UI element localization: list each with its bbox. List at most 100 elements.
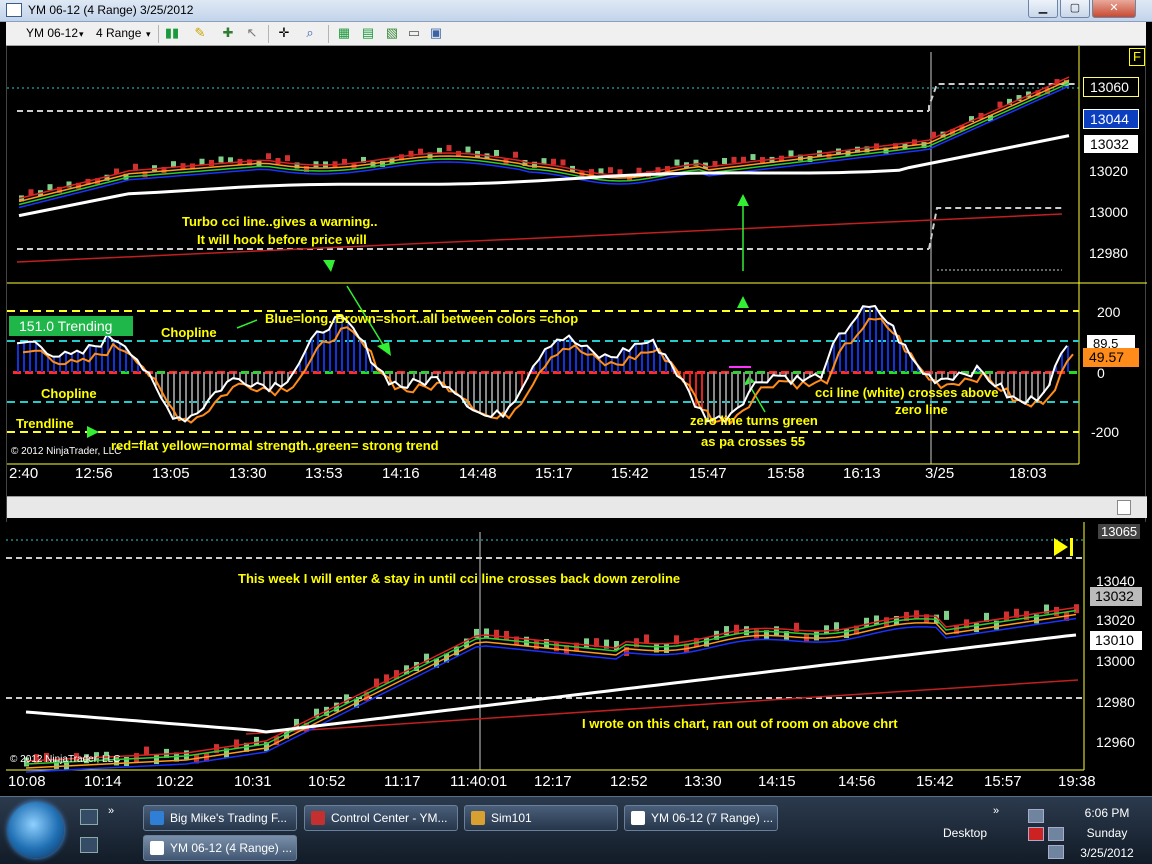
minimize-button[interactable]: ▁ — [1028, 0, 1058, 18]
time-axis-label: 3/25 — [925, 465, 955, 482]
histogram-bar — [197, 372, 199, 414]
horizontal-scrollbar[interactable] — [7, 496, 1147, 518]
histogram-bar — [719, 372, 721, 417]
histogram-bar — [641, 343, 643, 372]
histogram-bar — [101, 346, 103, 372]
pencil-icon[interactable]: ✎ — [192, 25, 208, 41]
histogram-bar — [479, 372, 481, 413]
sim-account-icon — [471, 811, 485, 825]
blue-price-flag: 13044 — [1083, 109, 1139, 129]
zoom-icon[interactable]: ⌕ — [302, 25, 318, 41]
play-marker-icon[interactable] — [1054, 538, 1068, 556]
maximize-button[interactable]: ▢ — [1060, 0, 1090, 18]
task-chart-7-range[interactable]: YM 06-12 (7 Range) ... — [624, 805, 778, 831]
bottom-chart-window: 13065 13040 13020 13000 12980 12960 1303… — [6, 522, 1146, 796]
window-title-bar[interactable]: YM 06-12 (4 Range) 3/25/2012 ▁ ▢ ✕ — [0, 0, 1152, 22]
top-chart-canvas[interactable] — [7, 46, 1147, 496]
price-axis-tick: 12960 — [1096, 734, 1135, 750]
arrow-head — [737, 194, 749, 206]
time-axis-label: 19:38 — [1058, 773, 1096, 790]
arrow-head — [323, 260, 335, 272]
volume-icon[interactable] — [1048, 845, 1064, 859]
histogram-bar — [647, 342, 649, 372]
time-axis-label: 13:53 — [305, 465, 343, 482]
histogram-bar — [17, 343, 19, 372]
annotation-chopline-1: Chopline — [161, 325, 217, 340]
chevron-down-icon[interactable]: ▾ — [146, 29, 151, 40]
histogram-bar — [899, 342, 901, 372]
histogram-bar — [755, 372, 757, 383]
chevron-down-icon[interactable]: ▾ — [79, 29, 84, 40]
data-box-icon[interactable]: ▭ — [406, 25, 422, 41]
task-control-center[interactable]: Control Center - YM... — [304, 805, 458, 831]
scroll-thumb[interactable] — [1117, 500, 1131, 515]
histogram-bar — [551, 346, 553, 372]
histogram-bar — [191, 372, 193, 416]
histogram-bar — [857, 316, 859, 372]
instrument-selector[interactable]: YM 06-12 — [26, 26, 78, 40]
annotation-red-flat: red=flat yellow=normal strength..green= … — [111, 438, 439, 453]
window-title: YM 06-12 (4 Range) 3/25/2012 — [28, 3, 194, 17]
system-clock[interactable]: 6:06 PM Sunday 3/25/2012 — [1064, 803, 1150, 863]
strategies-icon[interactable]: ▤ — [360, 25, 376, 41]
task-chart-4-range[interactable]: YM 06-12 (4 Range) ... — [143, 835, 297, 861]
task-browser[interactable]: Big Mike's Trading F... — [143, 805, 297, 831]
histogram-bar — [605, 354, 607, 372]
start-button[interactable] — [8, 802, 64, 858]
price-bar — [133, 163, 138, 170]
chart-properties-icon[interactable]: ▧ — [384, 25, 400, 41]
annotation-blue-long: Blue=long..Brown=short..all between colo… — [265, 311, 579, 326]
histogram-bar — [419, 372, 421, 382]
price-bar — [774, 626, 779, 636]
time-axis-label: 15:42 — [916, 773, 954, 790]
histogram-bar — [863, 306, 865, 372]
long-ma-line — [16, 213, 1063, 263]
price-bar — [446, 145, 452, 152]
price-bar — [874, 615, 879, 625]
price-bar — [154, 755, 159, 765]
chart-toolbar: YM 06-12 ▾ 4 Range ▾ ▮▮ ✎ ✚ ↖ ✛ ⌕ ▦ ▤ ▧ … — [6, 22, 1146, 46]
interval-selector[interactable]: 4 Range — [96, 26, 141, 40]
price-bar — [234, 739, 239, 749]
bottom-chart-canvas[interactable] — [6, 522, 1146, 796]
price-bar — [674, 159, 680, 166]
network-icon[interactable] — [1028, 809, 1044, 823]
time-axis-label: 15:47 — [689, 465, 727, 482]
histogram-bar — [455, 372, 457, 394]
desktop-toolbar-label[interactable]: Desktop — [943, 826, 987, 840]
histogram-bar — [23, 342, 25, 372]
histogram-bar — [179, 372, 181, 418]
templates-icon[interactable]: ▣ — [428, 25, 444, 41]
time-axis-label: 14:56 — [838, 773, 876, 790]
price-bar — [664, 643, 669, 653]
indicators-icon[interactable]: ▦ — [336, 25, 352, 41]
windows-taskbar: » Big Mike's Trading F... Control Center… — [0, 796, 1152, 864]
show-desktop-icon[interactable] — [80, 809, 98, 825]
histogram-bar — [845, 333, 847, 372]
histogram-bar — [209, 372, 211, 399]
chevron-right-icon[interactable]: » — [108, 805, 114, 817]
alert-icon[interactable] — [1028, 827, 1044, 841]
histogram-bar — [491, 372, 493, 417]
time-axis-label: 12:17 — [534, 773, 572, 790]
crosshair-cursor-icon[interactable]: ✛ — [276, 25, 292, 41]
display-icon[interactable] — [1048, 827, 1064, 841]
pointer-icon[interactable]: ↖ — [244, 25, 260, 41]
histogram-bar — [623, 348, 625, 372]
quick-launch-icon[interactable] — [80, 837, 98, 853]
bar-type-icon[interactable]: ▮▮ — [164, 25, 180, 41]
time-axis-label: 2:40 — [9, 465, 39, 482]
price-bar — [513, 151, 518, 158]
close-button[interactable]: ✕ — [1092, 0, 1136, 18]
copyright: © 2012 NinjaTrader, LLC — [11, 446, 122, 457]
top-chart-window: 13020 13000 12980 13060 13044 13032 F 20… — [6, 46, 1147, 522]
chevron-right-icon[interactable]: » — [993, 805, 999, 817]
corner-flag[interactable]: F — [1129, 48, 1145, 66]
crosshair-icon[interactable]: ✚ — [220, 25, 236, 41]
toolbar-divider — [328, 25, 329, 43]
histogram-bar — [359, 337, 361, 372]
histogram-bar — [701, 372, 703, 409]
time-axis-label: 16:13 — [843, 465, 881, 482]
time-axis-label: 10:22 — [156, 773, 194, 790]
task-sim101[interactable]: Sim101 — [464, 805, 618, 831]
